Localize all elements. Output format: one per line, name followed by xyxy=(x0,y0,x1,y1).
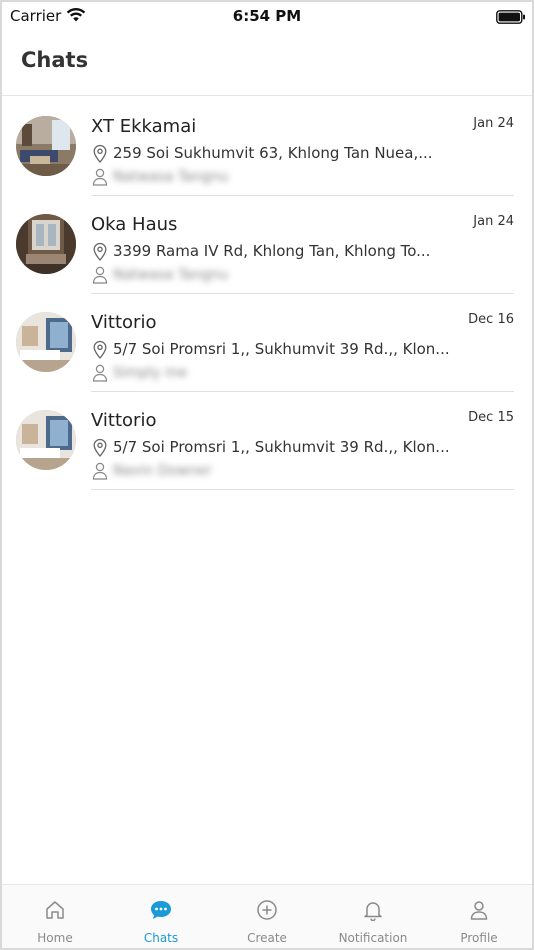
battery-icon xyxy=(496,9,526,28)
chat-avatar xyxy=(16,116,76,176)
page-title: Chats xyxy=(21,48,89,72)
user-icon xyxy=(92,364,108,386)
chat-row[interactable]: XT Ekkamai Jan 24 259 Soi Sukhumvit 63, … xyxy=(2,98,532,196)
tab-home[interactable]: Home xyxy=(2,885,108,948)
chat-row[interactable]: Vittorio Dec 15 5/7 Soi Promsri 1,, Sukh… xyxy=(2,392,532,490)
address-line: 3399 Rama IV Rd, Khlong Tan, Khlong To..… xyxy=(91,242,514,264)
tab-label: Notification xyxy=(338,931,408,945)
tab-label: Home xyxy=(37,931,73,945)
chat-date: Dec 15 xyxy=(468,410,514,425)
tab-bar: Home Chats Create Notification Profile xyxy=(2,884,532,948)
tab-chats[interactable]: Chats xyxy=(108,885,214,948)
plus-circle-icon xyxy=(256,899,278,925)
chat-username: Navin Downer xyxy=(113,463,212,479)
bell-icon xyxy=(362,899,384,925)
status-time: 6:54 PM xyxy=(232,7,302,25)
tab-profile[interactable]: Profile xyxy=(426,885,532,948)
status-bar: Carrier 6:54 PM xyxy=(2,2,532,32)
location-pin-icon xyxy=(92,438,108,462)
chat-name: Oka Haus xyxy=(91,214,178,235)
chat-row[interactable]: Oka Haus Jan 24 3399 Rama IV Rd, Khlong … xyxy=(2,196,532,294)
user-line: Navin Downer xyxy=(91,462,514,482)
tab-notification[interactable]: Notification xyxy=(320,885,426,948)
chat-row[interactable]: Vittorio Dec 16 5/7 Soi Promsri 1,, Sukh… xyxy=(2,294,532,392)
chat-date: Jan 24 xyxy=(473,214,514,229)
chat-row-content: XT Ekkamai Jan 24 259 Soi Sukhumvit 63, … xyxy=(91,98,514,196)
chat-username: Natwasa Tangnu xyxy=(113,169,229,185)
tab-label: Create xyxy=(247,931,287,945)
tab-label: Chats xyxy=(143,931,179,945)
app-frame: Carrier 6:54 PM Chats XT Ekkamai Jan 24 … xyxy=(0,0,534,950)
address-line: 5/7 Soi Promsri 1,, Sukhumvit 39 Rd.,, K… xyxy=(91,438,514,460)
tab-create[interactable]: Create xyxy=(214,885,320,948)
chat-date: Jan 24 xyxy=(473,116,514,131)
chat-avatar xyxy=(16,410,76,470)
chat-address: 5/7 Soi Promsri 1,, Sukhumvit 39 Rd.,, K… xyxy=(113,340,450,358)
chat-username: Natwasa Tangnu xyxy=(113,267,229,283)
chat-row-content: Vittorio Dec 16 5/7 Soi Promsri 1,, Sukh… xyxy=(91,294,514,392)
location-pin-icon xyxy=(92,242,108,266)
chat-row-content: Oka Haus Jan 24 3399 Rama IV Rd, Khlong … xyxy=(91,196,514,294)
person-icon xyxy=(468,899,490,925)
user-line: Natwasa Tangnu xyxy=(91,266,514,286)
chat-row-content: Vittorio Dec 15 5/7 Soi Promsri 1,, Sukh… xyxy=(91,392,514,490)
user-icon xyxy=(92,266,108,288)
address-line: 259 Soi Sukhumvit 63, Khlong Tan Nuea,..… xyxy=(91,144,514,166)
chat-name: Vittorio xyxy=(91,410,157,431)
chat-username: Simply me xyxy=(113,365,188,381)
chat-bubble-icon xyxy=(149,899,173,925)
home-icon xyxy=(44,899,66,925)
chat-list: XT Ekkamai Jan 24 259 Soi Sukhumvit 63, … xyxy=(2,98,532,490)
user-line: Natwasa Tangnu xyxy=(91,168,514,188)
user-icon xyxy=(92,462,108,484)
user-icon xyxy=(92,168,108,190)
location-pin-icon xyxy=(92,144,108,168)
chat-name: XT Ekkamai xyxy=(91,116,197,137)
chat-address: 259 Soi Sukhumvit 63, Khlong Tan Nuea,..… xyxy=(113,144,433,162)
chat-avatar xyxy=(16,312,76,372)
chat-address: 3399 Rama IV Rd, Khlong Tan, Khlong To..… xyxy=(113,242,431,260)
location-pin-icon xyxy=(92,340,108,364)
chat-avatar xyxy=(16,214,76,274)
chat-date: Dec 16 xyxy=(468,312,514,327)
user-line: Simply me xyxy=(91,364,514,384)
header: Chats xyxy=(2,32,532,96)
tab-label: Profile xyxy=(460,931,498,945)
address-line: 5/7 Soi Promsri 1,, Sukhumvit 39 Rd.,, K… xyxy=(91,340,514,362)
chat-name: Vittorio xyxy=(91,312,157,333)
chat-address: 5/7 Soi Promsri 1,, Sukhumvit 39 Rd.,, K… xyxy=(113,438,450,456)
